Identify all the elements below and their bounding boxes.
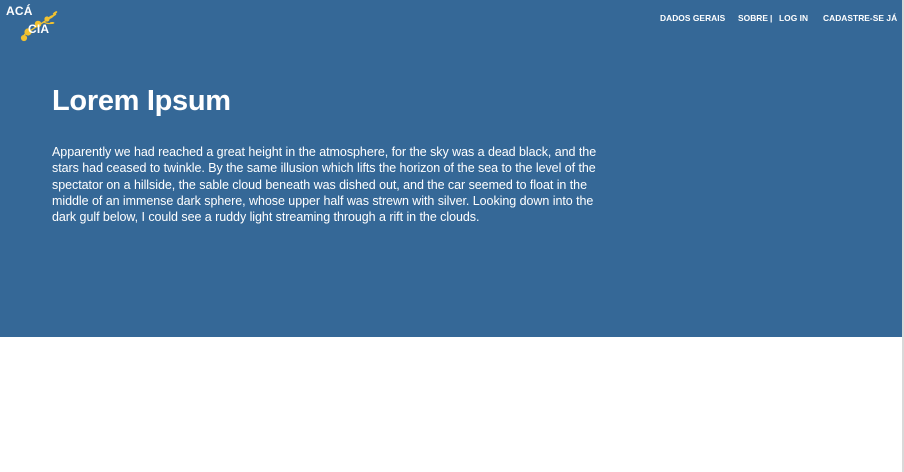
nav-link-cadastre-se[interactable]: CADASTRE-SE JÁ <box>823 13 897 25</box>
page-title: Lorem Ipsum <box>52 85 231 117</box>
hero-paragraph: Apparently we had reached a great height… <box>52 145 597 225</box>
logo-text-top: ACÁ <box>6 4 33 18</box>
nav-link-log-in[interactable]: LOG IN <box>779 13 808 25</box>
hero-section: ACÁ CIA DADOS GERAIS SOBRE | LOG IN CADA… <box>0 0 902 337</box>
site-logo[interactable]: ACÁ CIA <box>6 4 58 42</box>
logo-text-bottom: CIA <box>28 22 50 36</box>
nav-link-dados-gerais[interactable]: DADOS GERAIS <box>660 13 725 25</box>
nav-link-sobre[interactable]: SOBRE <box>738 13 768 25</box>
nav-separator: | <box>770 13 773 23</box>
